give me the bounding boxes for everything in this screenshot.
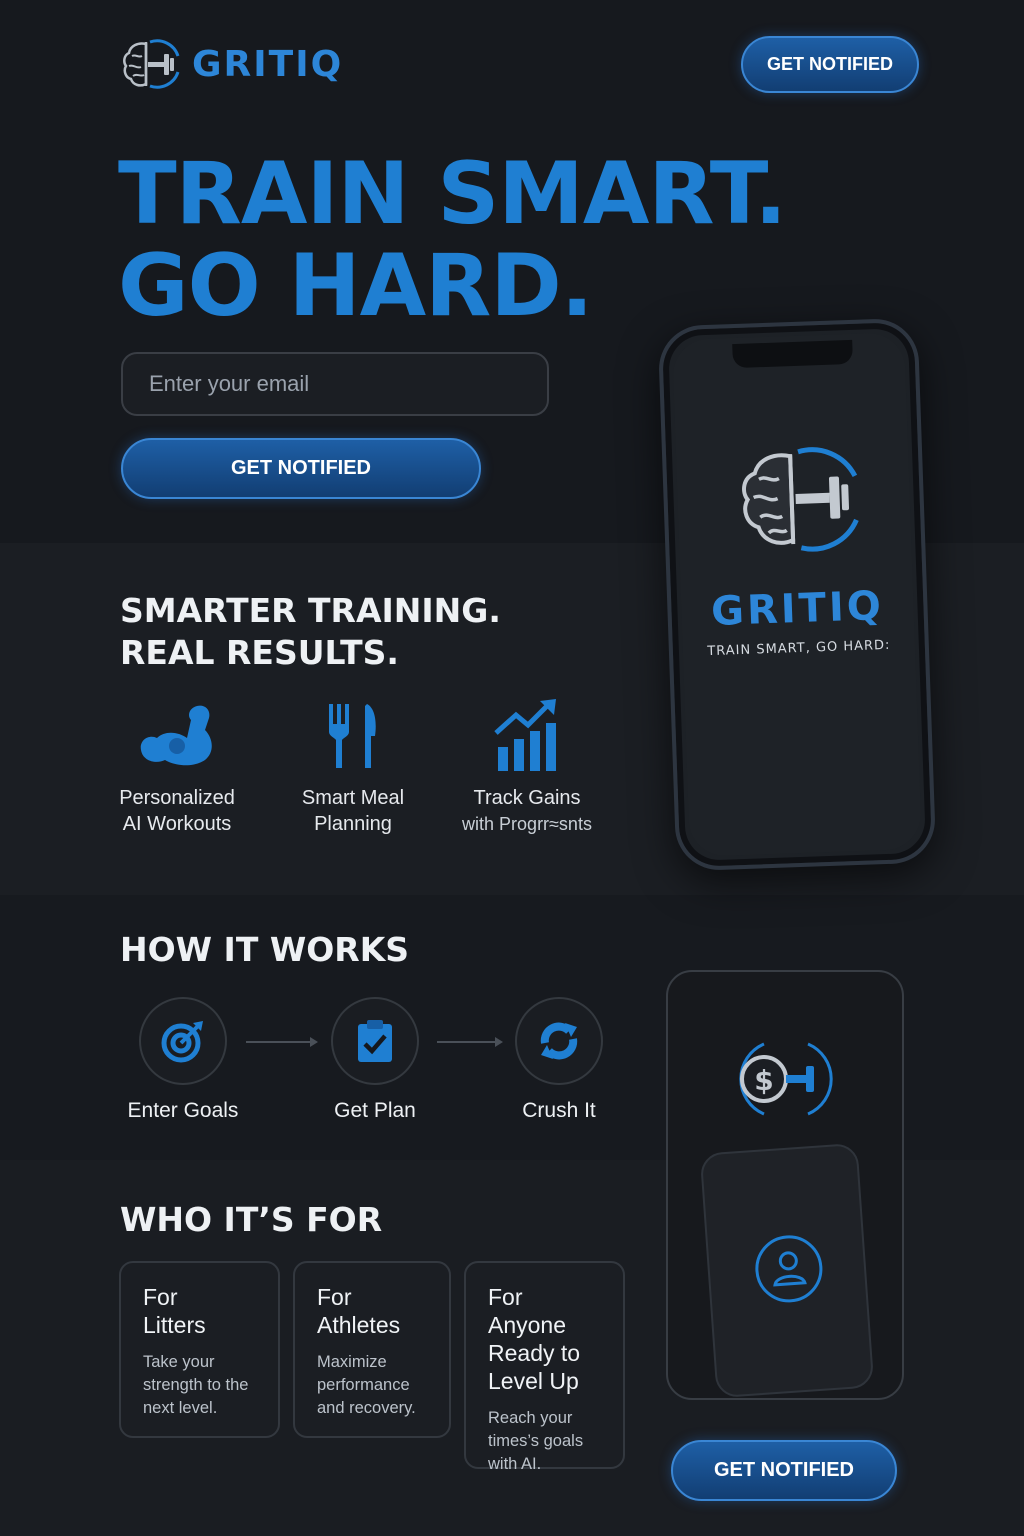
- growth-chart-icon: [494, 699, 556, 771]
- audience-card-lifters: For Litters Take your strength to the ne…: [119, 1261, 280, 1438]
- target-icon: [161, 1021, 203, 1063]
- step-crush-it: Crush It: [489, 997, 629, 1123]
- step-label: Crush It: [522, 1099, 596, 1122]
- secondary-phone-mockup: $: [666, 970, 904, 1400]
- fork-knife-icon: [329, 704, 376, 768]
- feature-label: Track Gains with Progrr≈snts: [462, 787, 592, 834]
- audience-card-anyone: For Anyone Ready to Level Up Reach your …: [464, 1261, 625, 1473]
- features-heading-line2: REAL RESULTS.: [120, 633, 399, 672]
- features-heading-line1: SMARTER TRAINING.: [120, 591, 501, 630]
- step-get-plan: Get Plan: [305, 997, 445, 1123]
- card-body: Reach your times’s goals with AI.: [488, 1409, 584, 1473]
- hero-headline-line2: GO HARD.: [118, 236, 593, 336]
- feature-meal-planning: Smart Meal Planning: [273, 695, 433, 837]
- feature-label: Personalized AI Workouts: [119, 787, 235, 835]
- feature-ai-workouts: Personalized AI Workouts: [97, 695, 257, 837]
- brand-logo[interactable]: GRITIQ: [120, 36, 343, 92]
- card-title: For Litters: [143, 1284, 206, 1338]
- header-get-notified-button[interactable]: GET NOTIFIED: [741, 36, 919, 93]
- phone-tagline: TRAIN SMART, GO HARD:: [707, 637, 891, 660]
- clipboard-check-icon: [358, 1020, 392, 1062]
- phone-brand-name: GRITIQ: [710, 582, 885, 635]
- phone-mockup: GRITIQ TRAIN SMART, GO HARD:: [657, 317, 937, 872]
- hero-headline: TRAIN SMART. GO HARD.: [118, 144, 787, 336]
- who-its-for-heading: WHO IT’S FOR: [120, 1200, 383, 1239]
- audience-card-athletes: For Athletes Maximize performance and re…: [293, 1261, 451, 1438]
- user-profile-icon: [755, 1235, 823, 1303]
- features-heading: SMARTER TRAINING. REAL RESULTS.: [120, 590, 501, 674]
- brain-dumbbell-icon: [742, 447, 859, 552]
- card-body: Take your strength to the next level.: [143, 1353, 249, 1417]
- phone-screen: GRITIQ TRAIN SMART, GO HARD:: [672, 332, 922, 857]
- how-it-works-heading: HOW IT WORKS: [120, 930, 410, 969]
- step-label: Enter Goals: [127, 1099, 239, 1122]
- phone-notch: [732, 339, 853, 369]
- brand-name: GRITIQ: [192, 43, 344, 85]
- card-title: For Anyone Ready to Level Up: [488, 1284, 581, 1394]
- brain-dumbbell-icon: [123, 39, 180, 89]
- hero-get-notified-button[interactable]: GET NOTIFIED: [121, 438, 481, 499]
- svg-text:$: $: [754, 1064, 773, 1097]
- dollar-dumbbell-icon: $: [739, 1042, 833, 1116]
- flexed-bicep-icon: [140, 705, 212, 766]
- email-input[interactable]: [121, 352, 549, 416]
- card-title: For Athletes: [317, 1284, 401, 1338]
- step-label: Get Plan: [334, 1099, 416, 1122]
- hero-headline-line1: TRAIN SMART.: [118, 144, 787, 244]
- step-enter-goals: Enter Goals: [113, 997, 253, 1123]
- inner-phone: [699, 1142, 875, 1399]
- refresh-icon: [540, 1022, 578, 1060]
- card-body: Maximize performance and recovery.: [317, 1353, 416, 1417]
- footer-get-notified-button[interactable]: GET NOTIFIED: [671, 1440, 897, 1501]
- feature-label: Smart Meal Planning: [301, 787, 405, 835]
- feature-track-gains: Track Gains with Progrr≈snts: [447, 695, 607, 837]
